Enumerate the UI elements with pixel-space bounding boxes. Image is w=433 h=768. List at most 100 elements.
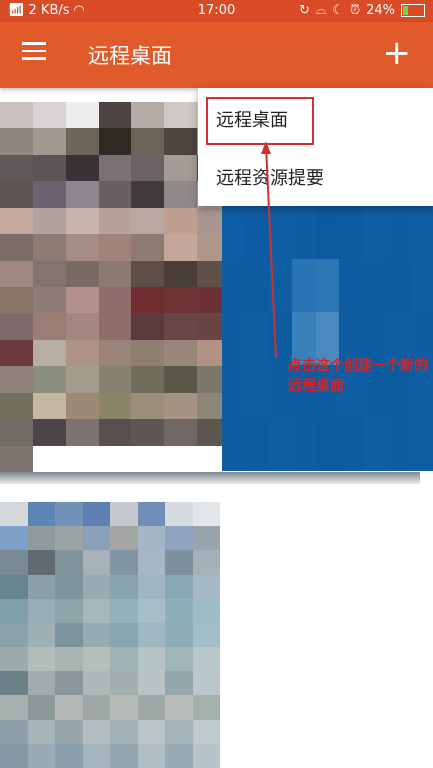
thumbnail-pixel [0, 743, 28, 768]
thumbnail-pixel [222, 206, 246, 259]
battery-fill [403, 6, 408, 15]
thumbnail-pixel [165, 550, 193, 575]
desktop-tile-2[interactable] [222, 206, 433, 471]
thumbnail-pixel [0, 622, 28, 648]
thumbnail-pixel [82, 719, 110, 744]
thumbnail-pixel [164, 260, 198, 287]
thumbnail-pixel [386, 206, 410, 259]
thumbnail-pixel [27, 526, 55, 551]
thumbnail-pixel [315, 259, 340, 312]
thumbnail-pixel [32, 207, 66, 235]
desktop-tile-1[interactable] [0, 102, 230, 472]
battery-icon [401, 4, 425, 17]
thumbnail-pixel [164, 234, 198, 261]
thumbnail-pixel [0, 287, 33, 314]
thumbnail-pixel [131, 339, 165, 367]
thumbnail-pixel [27, 719, 55, 744]
thumbnail-pixel [98, 419, 132, 446]
thumbnail-pixel [362, 259, 387, 312]
thumbnail-pixel [98, 260, 132, 287]
thumbnail-pixel [98, 392, 132, 420]
thumbnail-pixel [0, 207, 33, 235]
thumbnail-pixel [82, 743, 110, 768]
thumbnail-pixel [164, 102, 198, 129]
thumbnail-pixel [386, 259, 410, 312]
thumbnail-pixel [32, 234, 66, 261]
thumbnail-pixel [65, 419, 99, 446]
thumbnail-pixel [192, 502, 220, 527]
highlight-box [206, 97, 314, 145]
thumbnail-pixel [131, 287, 165, 314]
thumbnail-pixel [65, 207, 99, 235]
thumbnail-pixel [192, 719, 220, 744]
thumbnail-pixel [0, 598, 28, 623]
page-title: 远程桌面 [88, 44, 172, 68]
sync-icon: ↻ [299, 3, 310, 18]
thumbnail-pixel [110, 622, 138, 648]
thumbnail-pixel [339, 259, 363, 312]
desktop-tile-3[interactable] [0, 502, 220, 768]
thumbnail-pixel [98, 339, 132, 367]
thumbnail-pixel [65, 234, 99, 261]
thumbnail-pixel [131, 128, 165, 155]
thumbnail-pixel [0, 445, 33, 472]
thumbnail-pixel [268, 206, 293, 259]
thumbnail-pixel [110, 574, 138, 599]
thumbnail-pixel [65, 339, 99, 367]
thumbnail-pixel [82, 647, 110, 672]
thumbnail-pixel [32, 287, 66, 314]
thumbnail-pixel [82, 526, 110, 551]
thumbnail-pixel [315, 418, 340, 471]
thumbnail-pixel [192, 622, 220, 648]
thumbnail-pixel [110, 719, 138, 744]
thumbnail-pixel [164, 339, 198, 367]
thumbnail-pixel [165, 502, 193, 527]
thumbnail-pixel [32, 313, 66, 340]
thumbnail-pixel [137, 502, 165, 527]
hamburger-menu-icon[interactable] [22, 42, 46, 62]
thumbnail-pixel [192, 647, 220, 672]
thumbnail-pixel [362, 206, 387, 259]
thumbnail-pixel [137, 743, 165, 768]
thumbnail-pixel [32, 181, 66, 208]
thumbnail-pixel [98, 366, 132, 393]
battery-percent: 24% [366, 3, 395, 18]
thumbnail-pixel [27, 502, 55, 527]
plus-icon[interactable]: + [383, 36, 412, 70]
thumbnail-pixel [137, 622, 165, 648]
thumbnail-pixel [110, 598, 138, 623]
thumbnail-pixel [131, 419, 165, 446]
thumbnail-pixel [409, 259, 433, 312]
thumbnail-pixel [245, 418, 269, 471]
thumbnail-pixel [164, 392, 198, 420]
thumbnail-pixel [164, 366, 198, 393]
thumbnail-pixel [32, 260, 66, 287]
thumbnail-pixel [164, 207, 198, 235]
thumbnail-pixel [27, 647, 55, 672]
thumbnail-pixel [27, 671, 55, 696]
thumbnail-pixel [0, 366, 33, 393]
thumbnail-pixel [164, 313, 198, 340]
thumbnail-pixel [0, 574, 28, 599]
thumbnail-pixel [27, 743, 55, 768]
thumbnail-pixel [131, 313, 165, 340]
thumbnail-pixel [55, 671, 83, 696]
thumbnail-pixel [165, 647, 193, 672]
thumbnail-pixel [165, 671, 193, 696]
thumbnail-pixel [55, 743, 83, 768]
thumbnail-pixel [164, 181, 198, 208]
thumbnail-pixel [165, 574, 193, 599]
thumbnail-pixel [55, 574, 83, 599]
thumbnail-pixel [131, 207, 165, 235]
thumbnail-pixel [98, 287, 132, 314]
thumbnail-pixel [0, 419, 33, 446]
thumbnail-pixel [339, 206, 363, 259]
thumbnail-pixel [164, 128, 198, 155]
app-bar: 远程桌面 + [0, 22, 433, 88]
menu-item-remote-resources[interactable]: 远程资源提要 [216, 164, 324, 190]
thumbnail-pixel [65, 287, 99, 314]
thumbnail-pixel [98, 102, 132, 129]
thumbnail-pixel [192, 574, 220, 599]
thumbnail-pixel [137, 574, 165, 599]
thumbnail-pixel [55, 502, 83, 527]
